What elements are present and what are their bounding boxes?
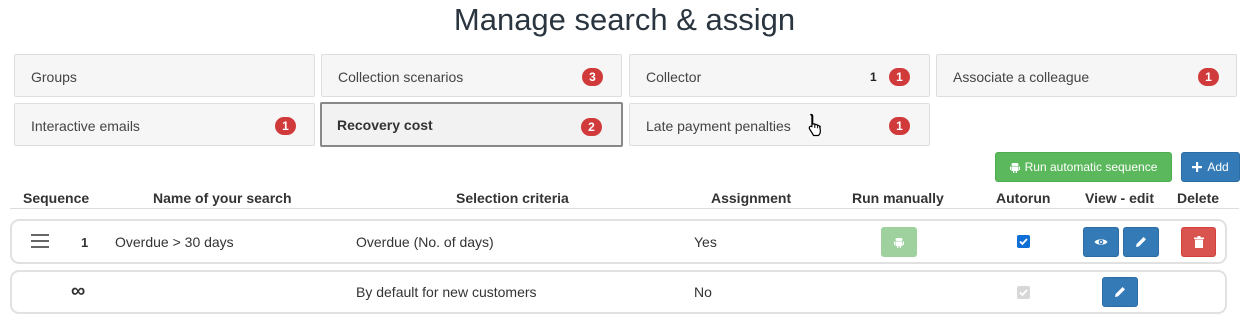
drag-handle-icon[interactable] (31, 234, 49, 248)
page-title: Manage search & assign (453, 2, 796, 37)
check-icon (1019, 289, 1028, 297)
row-criteria: By default for new customers (356, 284, 537, 300)
run-automatic-sequence-label: Run automatic sequence (1024, 160, 1158, 174)
tab-label: Late payment penalties (646, 118, 791, 134)
tab-label: Collection scenarios (338, 69, 464, 85)
android-robot-icon (1009, 163, 1020, 173)
view-button[interactable] (1083, 227, 1119, 257)
eye-icon (1094, 239, 1108, 245)
collector-count: 1 (870, 70, 877, 84)
col-header-delete: Delete (1177, 190, 1220, 206)
run-manually-button[interactable] (881, 227, 917, 257)
table-row (10, 270, 1227, 314)
tab-recovery-cost[interactable]: Recovery cost 2 (320, 102, 623, 147)
count-badge: 1 (1198, 68, 1219, 86)
run-automatic-sequence-button[interactable]: Run automatic sequence (995, 152, 1172, 182)
tab-collector[interactable]: Collector 1 1 (629, 54, 930, 97)
col-header-name: Name of your search (153, 190, 292, 206)
col-header-criteria: Selection criteria (456, 190, 569, 206)
count-badge: 1 (889, 68, 910, 86)
count-badge: 1 (275, 117, 296, 135)
tab-collection-scenarios[interactable]: Collection scenarios 3 (321, 54, 622, 97)
row-sequence: ∞ (71, 280, 86, 302)
tab-label: Associate a colleague (953, 69, 1090, 85)
trash-icon (1193, 236, 1204, 248)
row-name: Overdue > 30 days (115, 234, 234, 250)
count-badge: 3 (582, 68, 603, 86)
count-badge: 2 (581, 118, 602, 136)
tab-label: Recovery cost (337, 117, 433, 133)
pencil-icon (1136, 237, 1146, 247)
header-divider (10, 208, 1239, 209)
tab-label: Groups (31, 69, 77, 85)
android-robot-icon (894, 238, 904, 248)
col-header-assignment: Assignment (711, 190, 792, 206)
delete-button[interactable] (1181, 227, 1216, 257)
mouse-cursor-icon (808, 113, 821, 137)
tab-interactive-emails[interactable]: Interactive emails 1 (14, 103, 315, 146)
row-sequence: 1 (81, 235, 89, 250)
col-header-run-manually: Run manually (852, 190, 944, 206)
tab-late-payment-penalties[interactable]: Late payment penalties 1 (629, 103, 930, 146)
edit-button[interactable] (1123, 227, 1159, 257)
autorun-checkbox[interactable] (1017, 235, 1030, 248)
row-assignment: No (694, 284, 712, 300)
add-button[interactable]: Add (1181, 152, 1240, 182)
edit-button[interactable] (1102, 277, 1138, 307)
count-badge: 1 (889, 117, 910, 135)
pencil-icon (1115, 287, 1125, 297)
tab-associate-colleague[interactable]: Associate a colleague 1 (936, 54, 1237, 97)
tab-label: Interactive emails (31, 118, 140, 134)
row-assignment: Yes (694, 234, 717, 250)
col-header-autorun: Autorun (996, 190, 1051, 206)
add-label: Add (1207, 160, 1229, 174)
col-header-sequence: Sequence (23, 190, 90, 206)
check-icon (1019, 238, 1028, 246)
plus-icon (1192, 162, 1203, 172)
tab-groups[interactable]: Groups (14, 54, 315, 97)
col-header-view-edit: View - edit (1085, 190, 1154, 206)
autorun-checkbox (1017, 286, 1030, 299)
tab-label: Collector (646, 69, 702, 85)
row-criteria: Overdue (No. of days) (356, 234, 494, 250)
